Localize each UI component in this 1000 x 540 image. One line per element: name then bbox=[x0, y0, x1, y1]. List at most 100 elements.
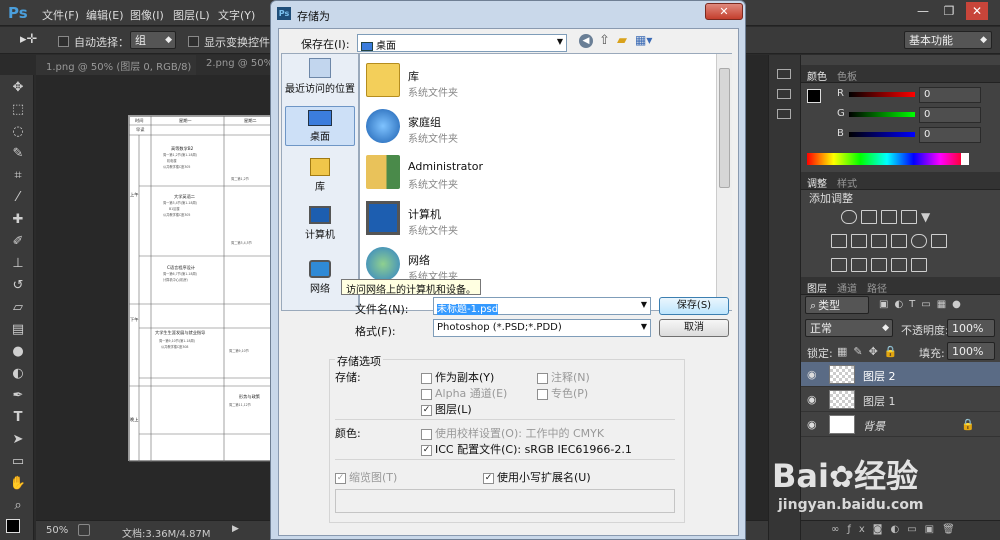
healing-icon[interactable]: ✚ bbox=[8, 211, 28, 229]
place-desktop[interactable]: 桌面 bbox=[285, 106, 355, 146]
layer-name[interactable]: 背景 bbox=[863, 418, 885, 434]
gradient-map-icon[interactable] bbox=[911, 258, 927, 272]
arrow-right-icon[interactable]: ▶ bbox=[232, 524, 239, 534]
icc-option[interactable]: ✓ ICC 配置文件(C): sRGB IEC61966-2.1 bbox=[421, 441, 632, 457]
bw-icon[interactable] bbox=[871, 234, 887, 248]
threshold-icon[interactable] bbox=[871, 258, 887, 272]
tab-channels[interactable]: 通道 bbox=[837, 280, 857, 295]
lasso-icon[interactable]: ◌ bbox=[8, 123, 28, 141]
eraser-icon[interactable]: ▱ bbox=[8, 299, 28, 317]
properties-icon[interactable] bbox=[777, 89, 791, 99]
mixer-icon[interactable] bbox=[911, 234, 927, 248]
channel-r-input[interactable]: 0 bbox=[919, 87, 981, 103]
zoom-icon[interactable]: ⌕ bbox=[8, 497, 28, 515]
layer-row[interactable]: ◉ 图层 1 bbox=[801, 387, 1000, 412]
vibrance-icon[interactable]: ▼ bbox=[921, 210, 937, 224]
gradient-icon[interactable]: ▤ bbox=[8, 321, 28, 339]
quick-select-icon[interactable]: ✎ bbox=[8, 145, 28, 163]
layer-name[interactable]: 图层 1 bbox=[863, 393, 896, 409]
posterize-icon[interactable] bbox=[851, 258, 867, 272]
dodge-icon[interactable]: ◐ bbox=[8, 365, 28, 383]
restore-icon[interactable]: ❐ bbox=[938, 2, 960, 20]
as-copy-checkbox[interactable] bbox=[421, 372, 432, 384]
eye-icon[interactable]: ◉ bbox=[807, 368, 817, 381]
eyedropper-icon[interactable]: ⁄ bbox=[8, 189, 28, 207]
shape-icon[interactable]: ▭ bbox=[8, 453, 28, 471]
foreground-swatch[interactable] bbox=[807, 89, 821, 103]
close-icon[interactable]: ✕ bbox=[966, 2, 988, 20]
save-in-dropdown[interactable]: 桌面 ▼ bbox=[357, 34, 567, 52]
move-tool-icon[interactable]: ▸✛ bbox=[20, 32, 37, 47]
thumbnail-checkbox[interactable]: ✓ bbox=[335, 472, 346, 484]
show-transform-checkbox[interactable] bbox=[188, 34, 199, 47]
list-item[interactable]: Administrator 系统文件夹 bbox=[364, 152, 564, 196]
list-item[interactable]: 家庭组 系统文件夹 bbox=[364, 106, 564, 150]
balance-icon[interactable] bbox=[851, 234, 867, 248]
hand-icon[interactable]: ✋ bbox=[8, 475, 28, 493]
marquee-icon[interactable]: ⬚ bbox=[8, 101, 28, 119]
brush-icon[interactable]: ✐ bbox=[8, 233, 28, 251]
workspace-dropdown[interactable]: 基本功能 ◆ bbox=[904, 31, 992, 49]
foreground-color-icon[interactable] bbox=[6, 519, 20, 533]
scrollbar[interactable] bbox=[716, 54, 732, 310]
list-item[interactable]: 库 系统文件夹 bbox=[364, 60, 564, 104]
layer-row[interactable]: ◉ 图层 2 bbox=[801, 362, 1000, 387]
menu-type[interactable]: 文字(Y) bbox=[218, 7, 255, 23]
move-icon[interactable]: ✥ bbox=[8, 79, 28, 97]
as-copy-option[interactable]: 作为副本(Y) bbox=[421, 369, 494, 385]
selective-color-icon[interactable] bbox=[891, 258, 907, 272]
format-dropdown[interactable]: Photoshop (*.PSD;*.PDD) ▼ bbox=[433, 319, 651, 337]
history-icon[interactable] bbox=[777, 69, 791, 79]
spot-checkbox[interactable] bbox=[537, 388, 548, 400]
layer-name[interactable]: 图层 2 bbox=[863, 368, 896, 384]
invert-icon[interactable] bbox=[831, 258, 847, 272]
tab-styles[interactable]: 样式 bbox=[837, 175, 857, 190]
minimize-icon[interactable]: — bbox=[912, 2, 934, 20]
file-list[interactable]: 库 系统文件夹 家庭组 系统文件夹 Administrator 系统文件夹 计算… bbox=[359, 53, 732, 311]
channel-b-input[interactable]: 0 bbox=[919, 127, 981, 143]
auto-select-checkbox[interactable] bbox=[58, 34, 69, 47]
place-computer[interactable]: 计算机 bbox=[285, 206, 355, 246]
history-brush-icon[interactable]: ↺ bbox=[8, 277, 28, 295]
layer-row[interactable]: ◉ 背景 🔒 bbox=[801, 412, 1000, 437]
menu-file[interactable]: 文件(F) bbox=[42, 7, 79, 23]
info-icon[interactable] bbox=[777, 109, 791, 119]
hue-icon[interactable] bbox=[831, 234, 847, 248]
zoom-level[interactable]: 50% bbox=[46, 525, 68, 536]
spot-option[interactable]: 专色(P) bbox=[537, 385, 588, 401]
tab-layers[interactable]: 图层 bbox=[807, 280, 827, 295]
fill-input[interactable]: 100% bbox=[947, 342, 995, 360]
thumbnail-option[interactable]: ✓ 缩览图(T) bbox=[335, 469, 397, 485]
cancel-button[interactable]: 取消 bbox=[659, 319, 729, 337]
blend-mode-dropdown[interactable]: 正常 ◆ bbox=[805, 319, 893, 337]
proof-checkbox[interactable] bbox=[421, 428, 432, 440]
layer-filter-icons[interactable]: ▣◐T▭▦● bbox=[879, 299, 967, 310]
menu-edit[interactable]: 编辑(E) bbox=[86, 7, 124, 23]
eye-icon[interactable]: ◉ bbox=[807, 393, 817, 406]
tab-adjustments[interactable]: 调整 bbox=[807, 175, 827, 190]
layers-checkbox[interactable]: ✓ bbox=[421, 404, 432, 416]
dialog-title-bar[interactable]: Ps 存储为 ✕ bbox=[271, 1, 745, 27]
alpha-option[interactable]: Alpha 通道(E) bbox=[421, 385, 507, 401]
document-canvas[interactable]: 时间 星期一 星期二 早读 上午 下午 晚上 高等数学B2 大学英语二 C语言程… bbox=[128, 115, 279, 462]
notes-option[interactable]: 注释(N) bbox=[537, 369, 590, 385]
channel-g-input[interactable]: 0 bbox=[919, 107, 981, 123]
tab-paths[interactable]: 路径 bbox=[867, 280, 887, 295]
lowercase-option[interactable]: ✓ 使用小写扩展名(U) bbox=[483, 469, 591, 485]
lock-icons[interactable]: ▦✎✥🔒 bbox=[837, 345, 904, 358]
place-recent[interactable]: 最近访问的位置 bbox=[285, 58, 355, 98]
levels-icon[interactable] bbox=[861, 210, 877, 224]
eye-icon[interactable]: ◉ bbox=[807, 418, 817, 431]
menu-image[interactable]: 图像(I) bbox=[130, 7, 164, 23]
crop-icon[interactable]: ⌗ bbox=[8, 167, 28, 185]
auto-select-dropdown[interactable]: 组 ◆ bbox=[130, 31, 176, 49]
save-button[interactable]: 保存(S) bbox=[659, 297, 729, 315]
list-item[interactable]: 计算机 系统文件夹 bbox=[364, 198, 564, 242]
photo-filter-icon[interactable] bbox=[891, 234, 907, 248]
blur-icon[interactable]: ● bbox=[8, 343, 28, 361]
notes-checkbox[interactable] bbox=[537, 372, 548, 384]
white-swatch[interactable] bbox=[961, 153, 969, 165]
path-select-icon[interactable]: ➤ bbox=[8, 431, 28, 449]
lowercase-checkbox[interactable]: ✓ bbox=[483, 472, 494, 484]
tab-swatches[interactable]: 色板 bbox=[837, 68, 857, 83]
